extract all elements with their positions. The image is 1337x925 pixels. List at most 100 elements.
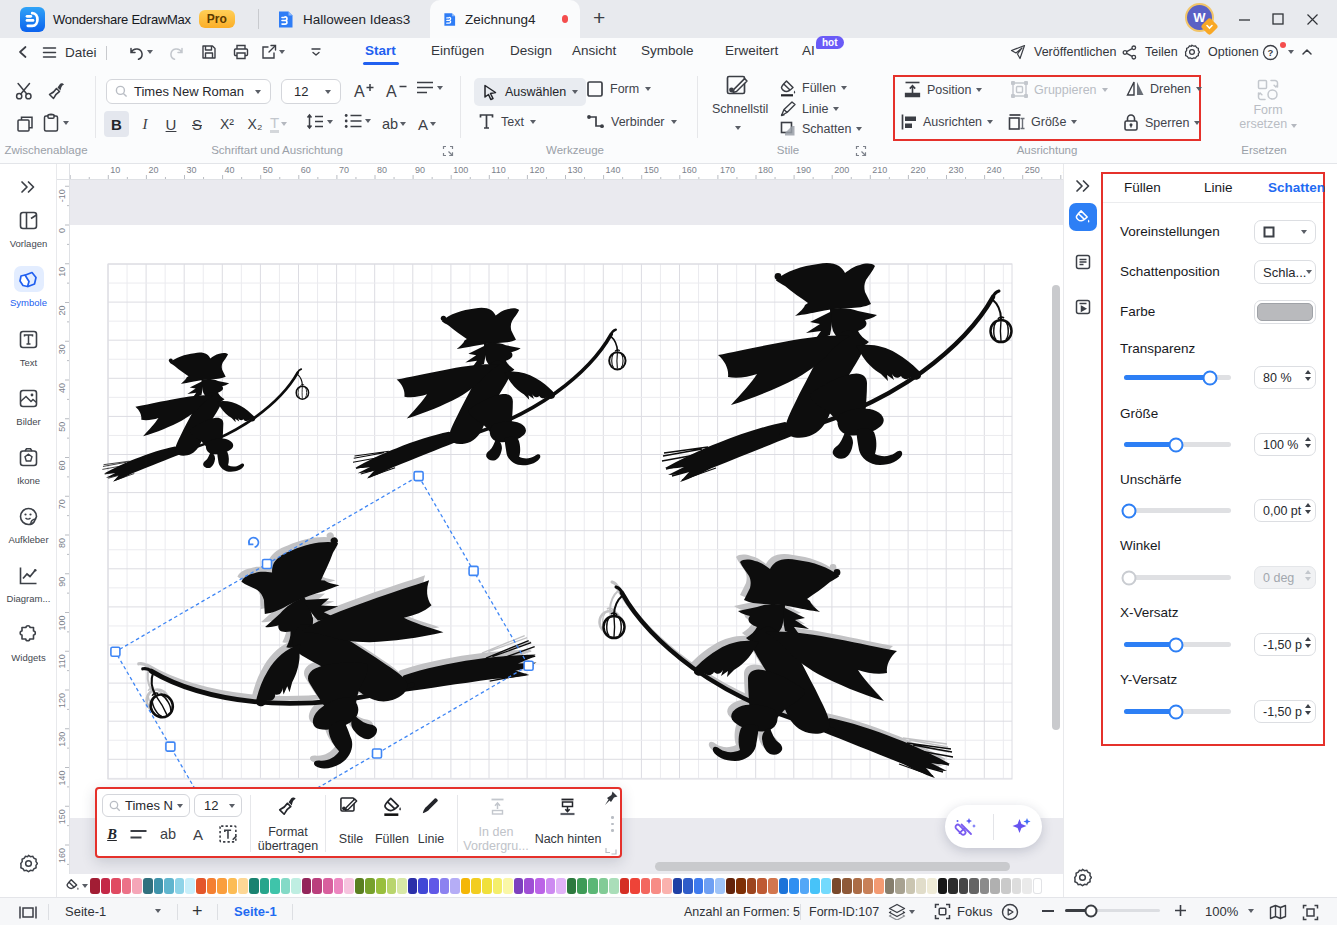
float-to-front-button[interactable] [485, 795, 509, 817]
color-swatch[interactable] [609, 878, 619, 894]
slider-4[interactable] [1124, 642, 1231, 647]
share-button[interactable]: Teilen [1122, 42, 1180, 62]
new-tab-button[interactable]: + [593, 6, 605, 30]
color-swatch[interactable] [673, 878, 683, 894]
float-font-family-select[interactable]: Times N [102, 794, 190, 817]
panel-settings-button[interactable] [1069, 863, 1097, 891]
menu-start[interactable]: Start [363, 43, 398, 58]
color-swatch[interactable] [916, 878, 926, 894]
color-swatch[interactable] [344, 878, 354, 894]
float-textbox-button[interactable] [216, 823, 240, 845]
color-swatch[interactable] [1022, 878, 1032, 894]
color-swatch[interactable] [270, 878, 280, 894]
color-swatch[interactable] [715, 878, 725, 894]
maximize-button[interactable] [1261, 0, 1295, 38]
color-swatch[interactable] [736, 878, 746, 894]
vertical-scrollbar[interactable] [1052, 285, 1060, 730]
presentation-mode-button[interactable] [17, 903, 39, 921]
line-spacing-button[interactable] [306, 113, 333, 131]
panel-tab-linie[interactable]: Linie [1204, 180, 1233, 195]
palette-fill-button[interactable] [65, 878, 88, 893]
color-swatch[interactable] [302, 878, 312, 894]
collapse-panel-button[interactable] [1069, 172, 1097, 200]
bullet-list-button[interactable] [344, 113, 371, 129]
spin-5[interactable]: -1,50 p [1254, 700, 1316, 723]
spin-down-arrow[interactable] [1305, 577, 1311, 581]
selection-handle[interactable] [469, 566, 478, 575]
slider-0[interactable] [1124, 375, 1231, 380]
color-swatch[interactable] [853, 878, 863, 894]
color-swatch[interactable] [524, 878, 534, 894]
color-swatch[interactable] [863, 878, 873, 894]
menu-ansicht[interactable]: Ansicht [570, 43, 618, 58]
size-button[interactable]: Größe [1007, 113, 1077, 131]
font-size-select[interactable]: 12 [281, 79, 341, 104]
color-swatch[interactable] [471, 878, 481, 894]
color-swatch[interactable] [355, 878, 365, 894]
menu-design[interactable]: Design [508, 43, 554, 58]
zoom-level[interactable]: 100% [1205, 904, 1238, 919]
color-swatch[interactable] [408, 878, 418, 894]
options-button[interactable]: Optionen [1184, 42, 1261, 62]
shadow-color-swatch[interactable] [1254, 300, 1316, 324]
sidebar-item-diagram[interactable]: Diagram... [0, 562, 57, 604]
color-swatch[interactable] [800, 878, 810, 894]
styles-group-expand-icon[interactable] [855, 145, 868, 158]
ai-magic-wand-button[interactable] [951, 812, 981, 842]
presets-dropdown[interactable] [1254, 220, 1316, 244]
color-swatch[interactable] [810, 878, 820, 894]
color-swatch[interactable] [196, 878, 206, 894]
menu-erweitert[interactable]: Erweitert [723, 43, 780, 58]
color-swatch[interactable] [885, 878, 895, 894]
color-swatch[interactable] [440, 878, 450, 894]
spin-arrows[interactable] [1305, 437, 1311, 448]
format-painter-button[interactable] [46, 80, 68, 102]
color-swatch[interactable] [418, 878, 428, 894]
panel-tab-fuellen[interactable]: Füllen [1124, 180, 1161, 195]
color-swatch[interactable] [842, 878, 852, 894]
drawing-canvas[interactable] [70, 180, 1063, 874]
spin-up-arrow[interactable] [1305, 704, 1311, 708]
color-swatch[interactable] [376, 878, 386, 894]
zoom-slider-knob[interactable] [1085, 904, 1098, 917]
quick-style-button[interactable]: Schnellstil [712, 74, 764, 134]
sidebar-item-vorlagen[interactable]: Vorlagen [0, 207, 57, 249]
sidebar-item-bilder[interactable]: Bilder [0, 385, 57, 427]
color-swatch[interactable] [874, 878, 884, 894]
color-swatch[interactable] [228, 878, 238, 894]
spin-arrows[interactable] [1305, 704, 1311, 715]
color-swatch[interactable] [821, 878, 831, 894]
zoom-out-button[interactable] [1042, 910, 1054, 912]
spin-up-arrow[interactable] [1305, 503, 1311, 507]
rotate-button[interactable]: Drehen [1126, 80, 1202, 97]
selection-handle[interactable] [524, 661, 533, 670]
tab-zeichnung4[interactable]: Zeichnung4 [430, 0, 580, 38]
color-swatch[interactable] [111, 878, 121, 894]
menu-symbole[interactable]: Symbole [639, 43, 696, 58]
spin-up-arrow[interactable] [1305, 437, 1311, 441]
color-swatch[interactable] [1012, 878, 1022, 894]
subscript-button[interactable]: X₂ [242, 111, 268, 137]
text-case-button[interactable]: A [418, 111, 436, 137]
color-swatch[interactable] [101, 878, 111, 894]
slider-knob[interactable] [1169, 637, 1184, 652]
play-button[interactable] [1000, 903, 1020, 921]
slider-3[interactable] [1124, 575, 1231, 580]
color-swatch[interactable] [207, 878, 217, 894]
color-swatch[interactable] [630, 878, 640, 894]
float-styles-button[interactable] [338, 795, 360, 817]
collapse-ribbon-button[interactable] [1297, 42, 1317, 62]
color-swatch[interactable] [980, 878, 990, 894]
sidebar-item-symbole[interactable]: Symbole [0, 266, 57, 308]
color-swatch[interactable] [312, 878, 322, 894]
sidebar-item-widgets[interactable]: Widgets [0, 621, 57, 663]
color-swatch[interactable] [291, 878, 301, 894]
paste-button[interactable] [42, 113, 69, 133]
line-style-button[interactable]: Linie [779, 100, 839, 118]
spin-down-arrow[interactable] [1305, 711, 1311, 715]
slider-1[interactable] [1124, 442, 1231, 447]
float-resize-corner[interactable] [605, 845, 617, 855]
tab-halloween-ideas[interactable]: Halloween Ideas3 [264, 0, 422, 38]
color-swatch[interactable] [683, 878, 693, 894]
strikethrough-button[interactable]: S [186, 111, 208, 137]
